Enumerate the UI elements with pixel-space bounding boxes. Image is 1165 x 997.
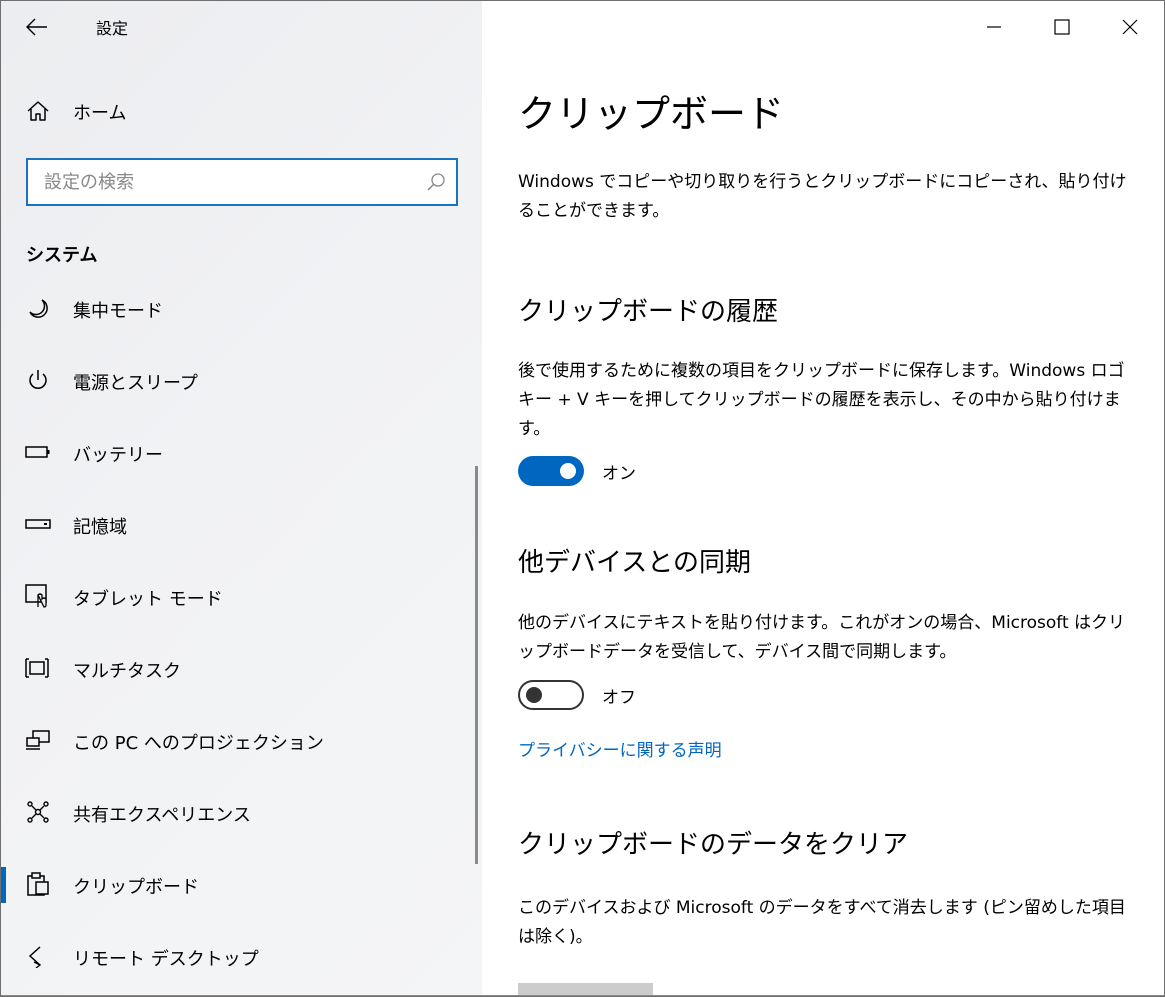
sync-description: 他のデバイスにテキストを貼り付けます。これがオンの場合、Microsoft はク… (518, 613, 1126, 662)
app-title: 設定 (96, 19, 129, 38)
moon-icon (25, 295, 51, 321)
history-description: 後で使用するために複数の項目をクリップボードに保存します。Windows ロゴ … (518, 361, 1125, 439)
sidebar-item-label: この PC へのプロジェクション (73, 733, 324, 754)
sidebar-scrollbar[interactable] (475, 466, 478, 864)
storage-icon (25, 511, 51, 537)
battery-icon (25, 439, 51, 465)
clear-heading: クリップボードのデータをクリア (518, 830, 909, 860)
sidebar-home-label: ホーム (73, 103, 127, 124)
page-title: クリップボード (518, 92, 785, 136)
back-arrow-icon (26, 18, 47, 36)
sidebar-item-label: 集中モード (73, 301, 163, 322)
sidebar-item-label: クリップボード (73, 877, 199, 898)
sidebar-item-label: リモート デスクトップ (73, 949, 259, 970)
sidebar-section-heading: システム (26, 245, 98, 266)
sidebar-item-multitasking[interactable]: マルチタスク (1, 645, 471, 693)
search-input[interactable] (28, 160, 424, 204)
sidebar-item-tablet-mode[interactable]: タブレット モード (1, 573, 471, 621)
remote-desktop-icon (25, 943, 51, 969)
sidebar: 設定 ホーム システム (1, 1, 482, 996)
clipboard-history-toggle[interactable] (518, 456, 584, 486)
sidebar-item-projection[interactable]: この PC へのプロジェクション (1, 717, 471, 765)
privacy-statement-link[interactable]: プライバシーに関する声明 (518, 736, 722, 761)
sidebar-item-label: マルチタスク (73, 661, 181, 682)
sidebar-item-focus-assist[interactable]: 集中モード (1, 285, 471, 333)
sidebar-item-label: タブレット モード (73, 589, 223, 610)
sync-heading: 他デバイスとの同期 (518, 548, 751, 578)
toggle-knob (526, 687, 542, 703)
sidebar-item-storage[interactable]: 記憶域 (1, 501, 471, 549)
sidebar-item-label: 記憶域 (73, 517, 127, 538)
settings-window: 設定 ホーム システム (0, 0, 1165, 997)
history-heading: クリップボードの履歴 (518, 297, 779, 327)
sidebar-item-home[interactable]: ホーム (1, 89, 482, 133)
sidebar-item-clipboard[interactable]: クリップボード (1, 861, 471, 909)
sidebar-item-remote-desktop[interactable]: リモート デスクトップ (1, 933, 471, 981)
sync-toggle-label: オフ (602, 688, 636, 708)
power-icon (25, 367, 51, 393)
home-icon (25, 98, 51, 124)
window-bottom-border (1, 995, 1164, 996)
tablet-mode-icon (25, 583, 51, 609)
sidebar-item-label: バッテリー (73, 445, 163, 466)
sidebar-item-power-sleep[interactable]: 電源とスリープ (1, 357, 471, 405)
clear-description: このデバイスおよび Microsoft のデータをすべて消去します (ピン留めし… (518, 898, 1126, 947)
shared-experiences-icon (25, 799, 51, 825)
sidebar-item-battery[interactable]: バッテリー (1, 429, 471, 477)
sidebar-item-label: 共有エクスペリエンス (73, 805, 251, 826)
clipboard-history-toggle-label: オン (602, 464, 636, 484)
projection-icon (25, 727, 51, 753)
sidebar-item-shared-experiences[interactable]: 共有エクスペリエンス (1, 789, 471, 837)
search-icon[interactable] (426, 172, 446, 192)
multitasking-icon (25, 655, 51, 681)
main-content: クリップボード Windows でコピーや切り取りを行うとクリップボードにコピー… (518, 1, 1138, 996)
intro-text: Windows でコピーや切り取りを行うとクリップボードにコピーされ、貼り付ける… (518, 172, 1127, 221)
sidebar-item-label: 電源とスリープ (73, 373, 198, 394)
clipboard-icon (25, 871, 51, 897)
sync-toggle[interactable] (518, 680, 584, 710)
sidebar-nav-list: 集中モード 電源とスリープ バッテリー 記憶域 タブレット モード マルチタスク… (1, 273, 482, 996)
back-button[interactable] (15, 9, 59, 45)
toggle-knob (560, 463, 576, 479)
search-box[interactable] (26, 158, 458, 206)
